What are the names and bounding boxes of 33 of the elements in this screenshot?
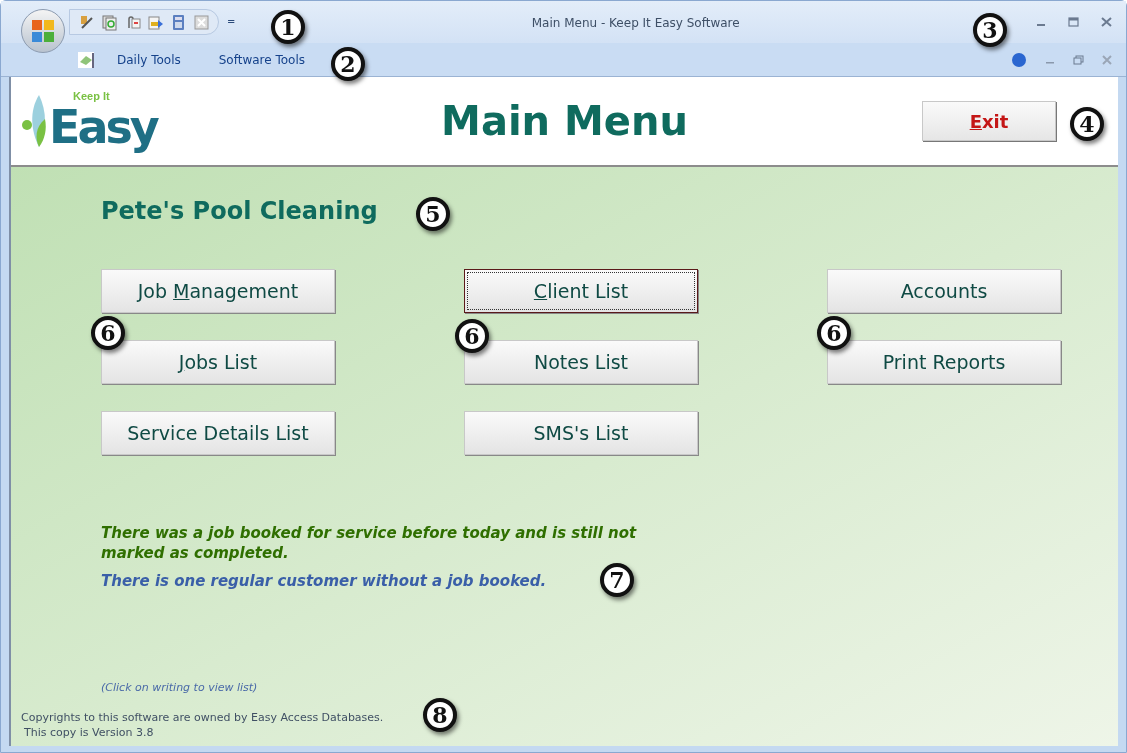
- alert-link[interactable]: There was a job booked for service before today and is still not marked as completed.: [101, 523, 681, 563]
- logo-wordmark: Easy: [49, 101, 157, 152]
- menu-tab[interactable]: Daily Tools: [117, 50, 181, 69]
- close-icon[interactable]: [193, 13, 210, 31]
- exit-button[interactable]: Exit: [922, 101, 1056, 141]
- window-title: Main Menu - Keep It Easy Software: [531, 16, 740, 30]
- tools-icon[interactable]: [78, 13, 95, 31]
- copyright-text: This copy is Version 3.8: [24, 725, 154, 740]
- menu-button[interactable]: Job Management: [101, 269, 335, 313]
- menu-button[interactable]: Print Reports: [827, 340, 1061, 384]
- customize-toolbar-button[interactable]: =: [227, 17, 236, 27]
- close-icon[interactable]: [1102, 54, 1112, 65]
- menu-button[interactable]: Accounts: [827, 269, 1061, 313]
- app-icon: [77, 50, 95, 69]
- page-title: Main Menu: [441, 98, 688, 144]
- hint-text: (Click on writing to view list): [101, 679, 259, 696]
- business-name: Pete's Pool Cleaning: [101, 196, 378, 227]
- office-logo-icon: [30, 18, 56, 44]
- menu-button[interactable]: Jobs List: [101, 340, 335, 384]
- logo-tagline: Keep It: [73, 90, 111, 102]
- maximize-icon[interactable]: [1068, 17, 1079, 27]
- menu-button[interactable]: Client List: [464, 269, 698, 313]
- menu-button[interactable]: Service Details List: [101, 411, 335, 455]
- export-icon[interactable]: [147, 13, 164, 31]
- menu-button[interactable]: SMS's List: [464, 411, 698, 455]
- menu-tab[interactable]: Software Tools: [218, 50, 306, 69]
- alert-link[interactable]: There is one regular customer without a job booked.: [101, 571, 547, 591]
- documents-icon[interactable]: [101, 13, 118, 31]
- copyright-text: Copyrights to this software are owned by Easy Access Databases.: [21, 710, 384, 725]
- calculator-icon[interactable]: [170, 13, 187, 31]
- restore-icon[interactable]: [1073, 54, 1084, 65]
- office-button[interactable]: [21, 9, 65, 53]
- close-icon[interactable]: [1101, 17, 1112, 27]
